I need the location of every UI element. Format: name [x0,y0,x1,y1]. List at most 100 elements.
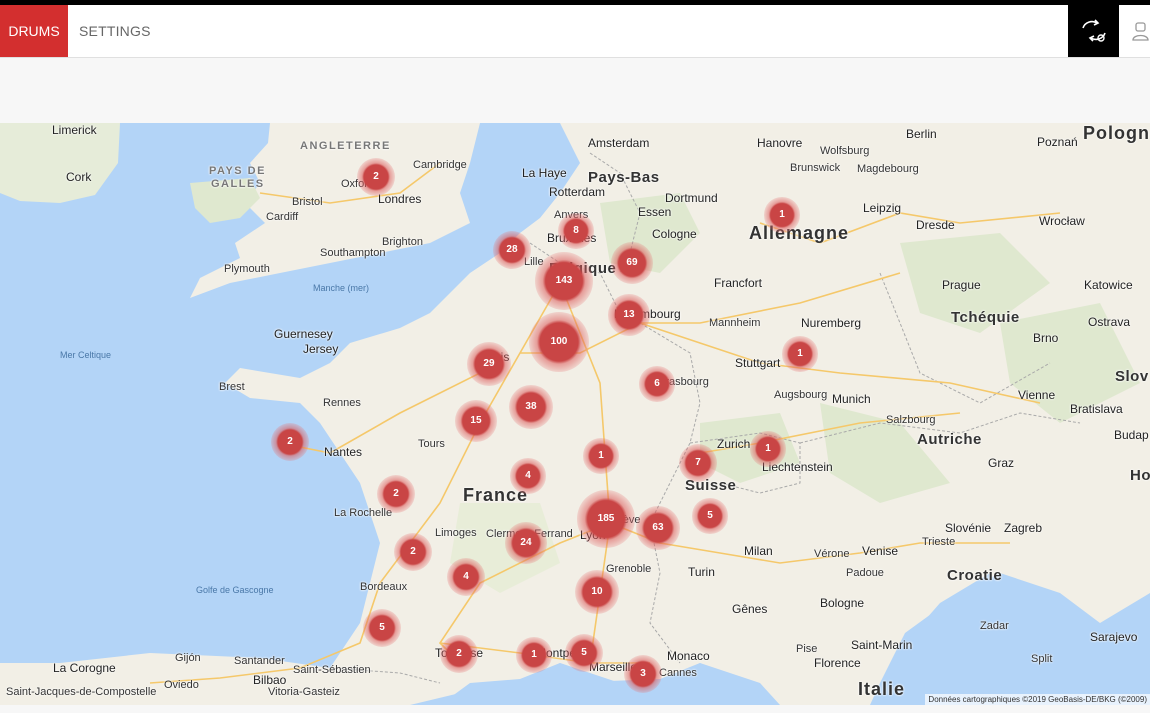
map-label: Florence [814,656,861,670]
map-label: Nantes [324,445,363,459]
sync-button[interactable] [1068,5,1119,57]
map-label: Mannheim [709,317,761,329]
map-label: Katowice [1084,278,1133,292]
map-label: Nuremberg [801,316,862,330]
cluster-marker[interactable]: 8 [558,213,594,249]
map-label: Vienne [1018,388,1056,402]
map-label: Bratislava [1070,402,1123,416]
map-label: Magdebourg [857,163,919,175]
map-label: ANGLETERRE [300,140,391,152]
map-label: Zadar [980,620,1009,632]
cluster-marker[interactable]: 69 [611,242,653,284]
cluster-marker[interactable]: 13 [608,294,650,336]
map-label: Pologne [1083,123,1150,143]
map-label: Bristol [292,196,323,208]
cluster-count: 143 [555,275,573,287]
nav-tab-drums[interactable]: DRUMS [0,5,68,57]
cluster-count: 2 [410,546,416,558]
cluster-count: 100 [550,336,568,348]
cluster-count: 69 [626,257,638,269]
map-label: Cardiff [266,211,299,223]
map-label: Dortmund [665,191,718,205]
cluster-marker[interactable]: 15 [455,400,497,442]
map-label: Vérone [814,548,850,560]
cluster-count: 1 [598,450,604,462]
map-label: Plymouth [224,263,270,275]
cluster-marker[interactable]: 185 [577,490,635,548]
cluster-marker[interactable]: 1 [516,637,552,673]
cluster-marker[interactable]: 5 [564,633,604,673]
map-view[interactable]: Limerick ANGLETERRE PAYS DE GALLES Cork Cambr… [0,123,1150,705]
cluster-marker[interactable]: 5 [692,498,728,534]
cluster-marker[interactable]: 4 [510,458,546,494]
cluster-count: 7 [695,457,701,469]
map-label: Bologne [820,596,865,610]
cluster-count: 2 [287,436,293,448]
cluster-count: 10 [591,586,603,598]
top-navbar: DRUMS SETTINGS [0,5,1150,58]
map-attribution: Données cartographiques ©2019 GeoBasis-D… [925,694,1150,705]
cluster-count: 4 [525,470,531,482]
cluster-count: 15 [470,415,482,427]
cluster-marker[interactable]: 6 [639,366,675,402]
cluster-count: 29 [483,358,495,370]
cluster-count: 24 [520,537,532,549]
map-label: Brunswick [790,162,841,174]
cluster-marker[interactable]: 28 [492,230,532,270]
cluster-marker[interactable]: 5 [362,608,402,648]
map-label: Venise [862,544,899,558]
map-label: Sarajevo [1090,630,1138,644]
sync-icon [1081,19,1106,42]
cluster-marker[interactable]: 2 [393,532,433,572]
cluster-marker[interactable]: 2 [356,157,396,197]
cluster-marker[interactable]: 4 [446,557,486,597]
cluster-marker[interactable]: 3 [623,654,663,694]
map-label: GALLES [211,178,265,190]
cluster-marker[interactable]: 7 [678,443,718,483]
cluster-marker[interactable]: 1 [782,336,818,372]
map-label: Brighton [382,236,423,248]
map-label: Saint-Marin [851,638,913,652]
map-label: Dresde [916,218,955,232]
cluster-count: 1 [797,348,803,360]
map-label: Pise [796,643,818,655]
cluster-marker[interactable]: 1 [583,438,619,474]
cluster-marker[interactable]: 2 [439,634,479,674]
map-label: Limerick [52,123,97,137]
map-label: Bilbao [253,673,287,687]
map-label: Leipzig [863,201,902,215]
user-button[interactable] [1130,20,1150,42]
cluster-marker[interactable]: 1 [750,431,786,467]
cluster-count: 5 [707,510,713,522]
map-label: Cologne [652,227,697,241]
map-label: Zurich [717,437,751,451]
cluster-count: 185 [597,513,615,525]
map-label: Cambridge [413,159,467,171]
cluster-count: 5 [379,622,385,634]
map-label: Brno [1033,331,1059,345]
user-icon [1132,22,1149,41]
cluster-marker[interactable]: 1 [764,197,800,233]
map-label: Munich [832,392,871,406]
map-label: Manche (mer) [313,283,370,293]
map-label: Santander [234,655,285,667]
map-label: Split [1031,653,1053,665]
map-label: Trieste [922,536,956,548]
map-label: Croatie [947,567,1003,584]
map-label: Graz [988,456,1015,470]
cluster-marker[interactable]: 143 [535,252,593,310]
cluster-marker[interactable]: 24 [505,522,547,564]
map-label: Ho [1130,467,1150,484]
cluster-count: 1 [779,209,785,221]
cluster-marker[interactable]: 2 [376,474,416,514]
map-label: Tchéquie [951,309,1020,326]
map-label: Salzbourg [886,414,936,426]
cluster-count: 63 [652,522,664,534]
cluster-marker[interactable]: 2 [270,422,310,462]
map-label: PAYS DE [209,165,266,177]
map-label: Saint-Sébastien [293,664,371,676]
map-label: Amsterdam [588,136,650,150]
map-label: Southampton [320,247,386,259]
nav-tab-settings[interactable]: SETTINGS [79,5,151,57]
map-label: Pays-Bas [588,169,660,186]
